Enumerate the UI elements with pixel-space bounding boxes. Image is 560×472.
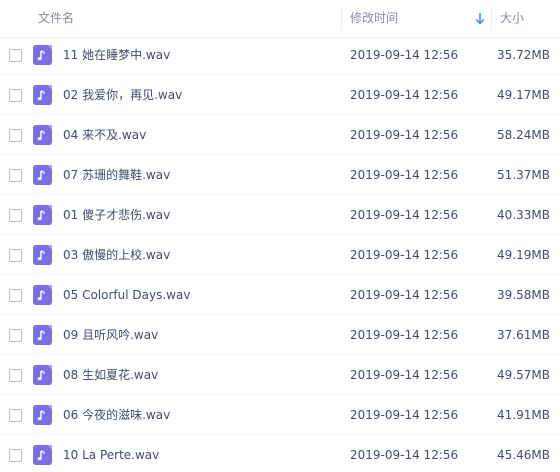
- list-header: 文件名 修改时间 大小: [0, 0, 560, 38]
- music-file-icon: [33, 125, 52, 145]
- file-modified-time: 2019-09-14 12:56: [350, 288, 459, 302]
- file-modified-time: 2019-09-14 12:56: [350, 48, 459, 62]
- row-checkbox[interactable]: [9, 329, 22, 342]
- file-name[interactable]: 09 且听风吟.wav: [63, 315, 158, 355]
- file-size: 49.19MB: [497, 248, 550, 262]
- file-name[interactable]: 06 今夜的滋味.wav: [63, 395, 170, 435]
- file-row[interactable]: 02 我爱你，再见.wav 2019-09-14 12:56 49.17MB: [0, 75, 560, 115]
- column-header-modified[interactable]: 修改时间: [350, 0, 398, 37]
- file-row[interactable]: 01 傻子才悲伤.wav 2019-09-14 12:56 40.33MB: [0, 195, 560, 235]
- file-size: 39.58MB: [497, 288, 550, 302]
- music-file-icon: [33, 405, 52, 425]
- file-size: 45.46MB: [497, 448, 550, 462]
- file-row[interactable]: 06 今夜的滋味.wav 2019-09-14 12:56 41.91MB: [0, 395, 560, 435]
- row-checkbox[interactable]: [9, 209, 22, 222]
- file-size: 51.37MB: [497, 168, 550, 182]
- file-name[interactable]: 10 La Perte.wav: [63, 435, 159, 472]
- file-name[interactable]: 11 她在睡梦中.wav: [63, 35, 170, 75]
- row-checkbox[interactable]: [9, 169, 22, 182]
- file-modified-time: 2019-09-14 12:56: [350, 328, 459, 342]
- music-file-icon: [33, 365, 52, 385]
- file-row[interactable]: 05 Colorful Days.wav 2019-09-14 12:56 39.5…: [0, 275, 560, 315]
- file-size: 35.72MB: [497, 48, 550, 62]
- row-checkbox[interactable]: [9, 249, 22, 262]
- file-size: 37.61MB: [497, 328, 550, 342]
- music-file-icon: [33, 165, 52, 185]
- music-file-icon: [33, 445, 52, 465]
- file-modified-time: 2019-09-14 12:56: [350, 168, 459, 182]
- music-file-icon: [33, 245, 52, 265]
- column-divider[interactable]: [341, 8, 342, 30]
- file-list: 文件名 修改时间 大小 11 她在睡梦中.wav 2019-09-14 12:56…: [0, 0, 560, 472]
- file-row[interactable]: 08 生如夏花.wav 2019-09-14 12:56 49.57MB: [0, 355, 560, 395]
- file-name[interactable]: 04 来不及.wav: [63, 115, 146, 155]
- file-row[interactable]: 03 傲慢的上校.wav 2019-09-14 12:56 49.19MB: [0, 235, 560, 275]
- file-size: 58.24MB: [497, 128, 550, 142]
- file-modified-time: 2019-09-14 12:56: [350, 88, 459, 102]
- file-row[interactable]: 07 苏珊的舞鞋.wav 2019-09-14 12:56 51.37MB: [0, 155, 560, 195]
- file-row[interactable]: 09 且听风吟.wav 2019-09-14 12:56 37.61MB: [0, 315, 560, 355]
- row-checkbox[interactable]: [9, 129, 22, 142]
- file-size: 41.91MB: [497, 408, 550, 422]
- file-row[interactable]: 04 来不及.wav 2019-09-14 12:56 58.24MB: [0, 115, 560, 155]
- file-modified-time: 2019-09-14 12:56: [350, 128, 459, 142]
- music-file-icon: [33, 85, 52, 105]
- file-rows: 11 她在睡梦中.wav 2019-09-14 12:56 35.72MB 02 我爱…: [0, 35, 560, 472]
- file-name[interactable]: 02 我爱你，再见.wav: [63, 75, 182, 115]
- file-modified-time: 2019-09-14 12:56: [350, 208, 459, 222]
- file-name[interactable]: 08 生如夏花.wav: [63, 355, 158, 395]
- file-size: 49.57MB: [497, 368, 550, 382]
- file-row[interactable]: 11 她在睡梦中.wav 2019-09-14 12:56 35.72MB: [0, 35, 560, 75]
- row-checkbox[interactable]: [9, 409, 22, 422]
- file-modified-time: 2019-09-14 12:56: [350, 248, 459, 262]
- music-file-icon: [33, 285, 52, 305]
- column-divider[interactable]: [491, 8, 492, 30]
- file-name[interactable]: 05 Colorful Days.wav: [63, 275, 190, 315]
- file-name[interactable]: 07 苏珊的舞鞋.wav: [63, 155, 170, 195]
- file-size: 49.17MB: [497, 88, 550, 102]
- row-checkbox[interactable]: [9, 369, 22, 382]
- file-name[interactable]: 03 傲慢的上校.wav: [63, 235, 170, 275]
- row-checkbox[interactable]: [9, 289, 22, 302]
- file-modified-time: 2019-09-14 12:56: [350, 408, 459, 422]
- row-checkbox[interactable]: [9, 449, 22, 462]
- column-header-size[interactable]: 大小: [500, 0, 524, 37]
- file-modified-time: 2019-09-14 12:56: [350, 368, 459, 382]
- music-file-icon: [33, 325, 52, 345]
- row-checkbox[interactable]: [9, 49, 22, 62]
- row-checkbox[interactable]: [9, 89, 22, 102]
- music-file-icon: [33, 45, 52, 65]
- file-row[interactable]: 10 La Perte.wav 2019-09-14 12:56 45.46MB: [0, 435, 560, 472]
- file-size: 40.33MB: [497, 208, 550, 222]
- file-name[interactable]: 01 傻子才悲伤.wav: [63, 195, 170, 235]
- file-modified-time: 2019-09-14 12:56: [350, 448, 459, 462]
- music-file-icon: [33, 205, 52, 225]
- column-header-name[interactable]: 文件名: [38, 0, 74, 37]
- arrow-down-icon[interactable]: [475, 12, 485, 26]
